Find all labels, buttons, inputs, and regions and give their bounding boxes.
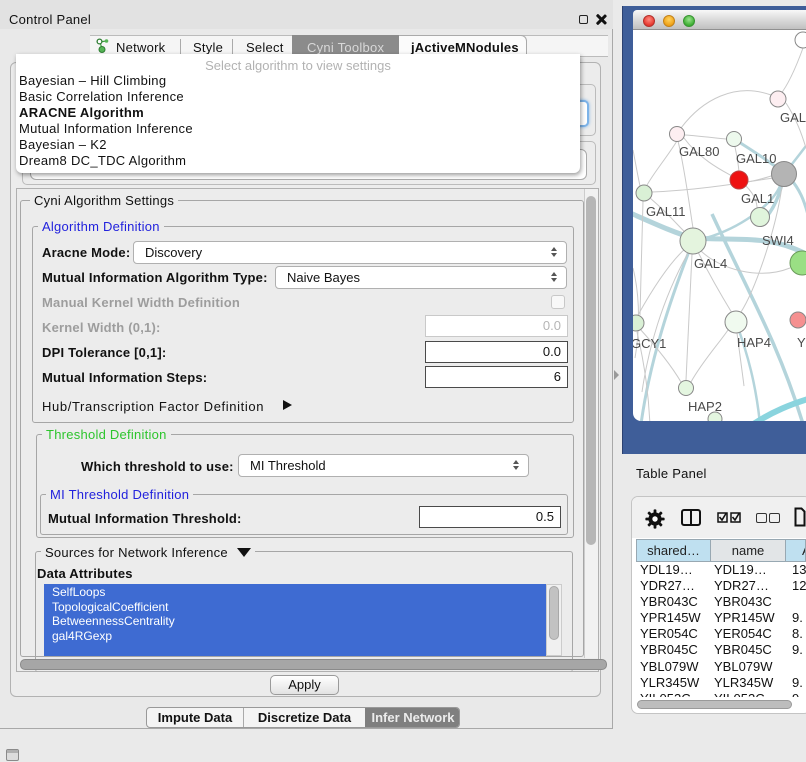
svg-text:HAP2: HAP2 bbox=[688, 399, 722, 414]
svg-text:HAP4: HAP4 bbox=[737, 335, 771, 350]
svg-text:GAL11: GAL11 bbox=[646, 204, 686, 219]
svg-text:GAL4: GAL4 bbox=[694, 256, 727, 271]
svg-text:GAL1: GAL1 bbox=[741, 191, 774, 206]
svg-text:SWI4: SWI4 bbox=[762, 233, 794, 248]
svg-text:GAL80: GAL80 bbox=[679, 144, 719, 159]
svg-text:GCY1: GCY1 bbox=[633, 336, 666, 351]
svg-text:GAL: GAL bbox=[780, 110, 806, 125]
svg-text:GAL10: GAL10 bbox=[736, 151, 776, 166]
svg-text:Y: Y bbox=[797, 335, 806, 350]
